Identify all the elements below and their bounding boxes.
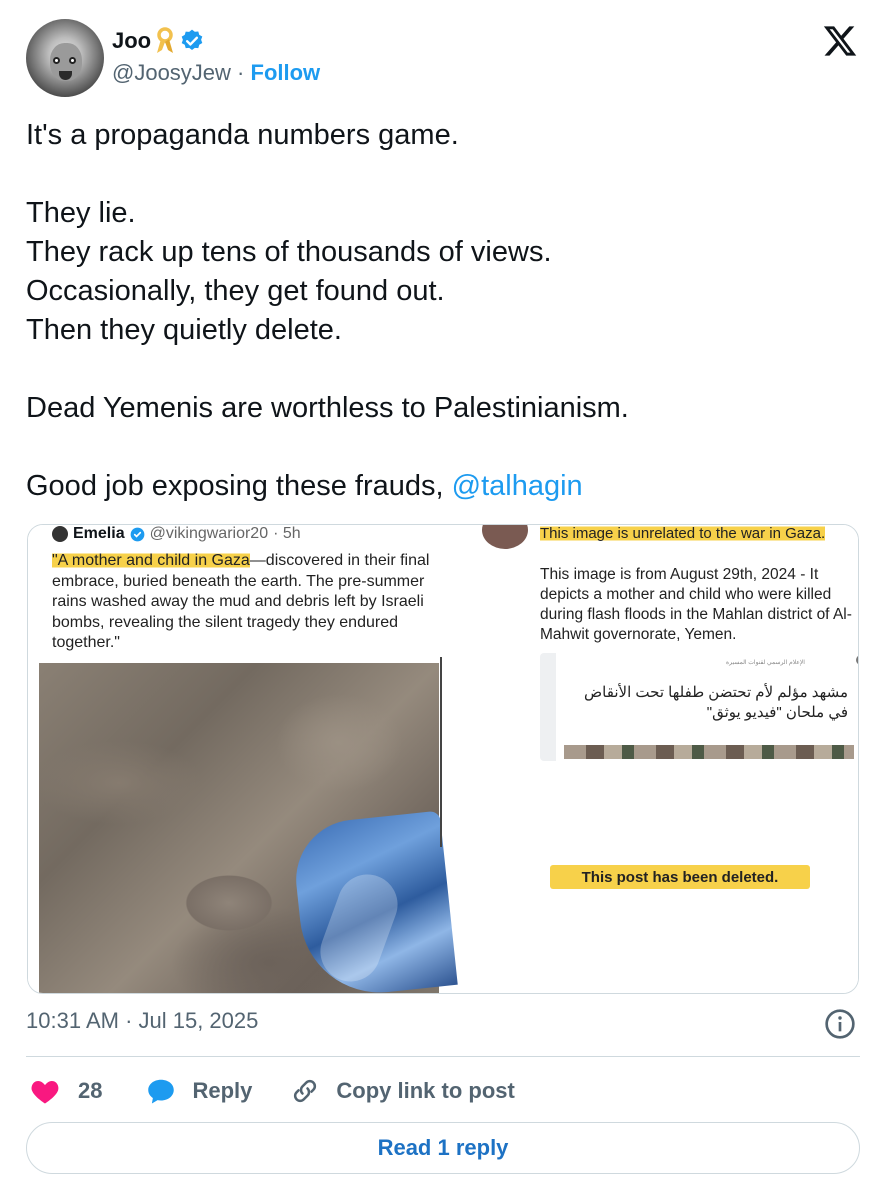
embed-thumbnails — [564, 745, 854, 759]
tweet-text: It's a propaganda numbers game. They lie… — [26, 116, 856, 506]
author-name[interactable]: Joo — [112, 28, 151, 54]
link-icon — [294, 1079, 317, 1103]
screenshot-right: This image is unrelated to the war in Ga… — [458, 525, 858, 993]
highlighted-text: "A mother and child in Gaza — [52, 552, 250, 569]
ribbon-icon — [157, 27, 174, 53]
info-icon[interactable] — [824, 1008, 856, 1040]
avatar-eye-left — [53, 57, 60, 64]
embedded-name: Emelia — [73, 525, 125, 542]
x-logo-icon[interactable] — [822, 23, 858, 59]
read-replies-button[interactable]: Read 1 reply — [26, 1122, 860, 1174]
like-button[interactable]: 28 — [30, 1077, 146, 1105]
timestamp[interactable]: 10:31 AM · Jul 15, 2025 — [26, 1008, 258, 1034]
scroll-line — [440, 657, 442, 847]
tweet-media[interactable]: Emelia @vikingwarior20 · 5h "A mother an… — [27, 524, 859, 994]
handle-separator: · — [230, 60, 251, 85]
embed-source: الإعلام الرسمي لقنوات المسيرة — [726, 660, 805, 666]
author-handle-row: @JoosyJew · Follow — [112, 60, 320, 86]
heart-icon — [31, 1081, 59, 1104]
tweet-body: It's a propaganda numbers game. They lie… — [26, 119, 629, 502]
embedded-author: Emelia @vikingwarior20 · 5h — [52, 525, 301, 543]
speech-bubble-icon — [148, 1079, 175, 1104]
avatar[interactable] — [26, 19, 104, 97]
author-handle[interactable]: @JoosyJew — [112, 60, 231, 85]
reply-label: Reply — [192, 1078, 253, 1103]
embedded-time: · 5h — [273, 525, 301, 542]
embedded-avatar — [52, 526, 68, 542]
note-body: This image is from August 29th, 2024 - I… — [540, 566, 852, 643]
screenshot-left: Emelia @vikingwarior20 · 5h "A mother an… — [28, 525, 458, 993]
mud-photo — [39, 663, 458, 993]
mention-link[interactable]: @talhagin — [452, 470, 583, 502]
deleted-notice: This post has been deleted. — [550, 863, 810, 891]
embedded-deleted-post: الإعلام الرسمي لقنوات المسيرة مشهد مؤلم … — [540, 653, 858, 761]
community-note-avatar — [482, 525, 528, 549]
note-headline: This image is unrelated to the war in Ga… — [540, 525, 826, 542]
embed-menu-dot — [856, 655, 858, 665]
action-bar: 28 Reply Copy link to post — [30, 1072, 515, 1110]
like-count: 28 — [78, 1078, 103, 1103]
follow-button[interactable]: Follow — [251, 60, 321, 85]
verified-icon-small — [130, 527, 144, 541]
embedded-text: "A mother and child in Gaza—discovered i… — [52, 551, 432, 654]
divider — [26, 1056, 860, 1057]
embedded-handle: @vikingwarior20 — [149, 525, 269, 542]
embed-arabic-text: مشهد مؤلم لأم تحتضن طفلها تحت الأنقاض في… — [584, 684, 848, 721]
copy-link-button[interactable]: Copy link to post — [290, 1076, 515, 1106]
avatar-eye-right — [69, 57, 76, 64]
reply-button[interactable]: Reply — [146, 1077, 290, 1105]
copy-link-label: Copy link to post — [336, 1078, 515, 1103]
verified-icon — [181, 29, 203, 50]
author-name-row[interactable]: Joo — [112, 26, 205, 56]
